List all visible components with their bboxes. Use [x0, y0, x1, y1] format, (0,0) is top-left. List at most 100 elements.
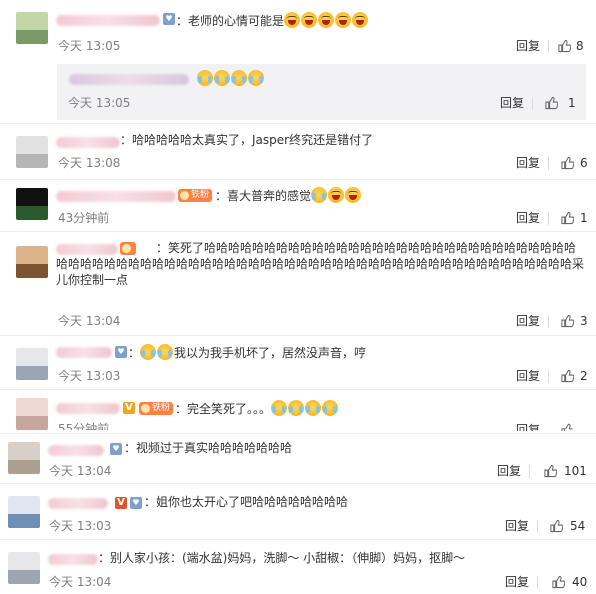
comment-item: V 铁粉 ：完全笑死了。。。 55分钟前 回复 [0, 390, 596, 434]
emoji-icon [140, 344, 157, 360]
emoji-icon [288, 400, 305, 416]
emoji-icon [214, 70, 230, 86]
emoji-icon [345, 187, 362, 203]
divider [548, 40, 549, 53]
comment-time: 今天 13:05 [68, 96, 131, 110]
emoji-icon [231, 70, 247, 86]
comment-item: ：哈哈哈哈哈太真实了，Jasper终究还是错付了 今天 13:08 回复 6 [0, 124, 596, 180]
divider [532, 97, 533, 110]
reply-button[interactable]: 回复 [516, 211, 540, 225]
reply-button[interactable]: 回复 [516, 314, 540, 328]
username[interactable] [56, 191, 176, 202]
thumbs-up-icon[interactable] [561, 369, 574, 383]
divider [537, 576, 538, 589]
thumbs-up-icon[interactable] [561, 211, 574, 225]
reply-button[interactable]: 回复 [497, 464, 521, 478]
reply-button[interactable]: 回复 [516, 369, 540, 383]
like-count[interactable]: 101 [564, 464, 587, 478]
avatar[interactable] [16, 188, 48, 220]
thumbs-up-icon[interactable] [550, 519, 563, 533]
username[interactable] [56, 137, 120, 148]
comment-time: 今天 13:03 [49, 519, 112, 533]
reply-button[interactable]: 回复 [505, 519, 529, 533]
comment-item: V ♥ ：姐你也太开心了吧哈哈哈哈哈哈哈哈 今天 13:03 回复 54 [0, 484, 596, 540]
thumbs-up-icon[interactable] [552, 575, 565, 589]
divider [548, 157, 549, 170]
thumbs-up-icon[interactable] [561, 156, 574, 170]
comment-text: ：笑死了哈哈哈哈哈哈哈哈哈哈哈哈哈哈哈哈哈哈哈哈哈哈哈哈哈哈哈哈哈哈哈哈哈哈哈哈… [56, 241, 585, 287]
avatar[interactable] [16, 246, 48, 278]
comment-item: ♥ ：老师的心情可能是 今天 13:05 回复 8 [0, 0, 596, 64]
emoji-icon [248, 70, 264, 86]
reply-button[interactable]: 回复 [500, 96, 524, 110]
emoji-icon [301, 12, 318, 28]
nested-reply: 今天 13:05 回复 1 [57, 64, 586, 120]
emoji-icon [271, 400, 288, 416]
avatar[interactable] [16, 12, 48, 44]
divider [548, 370, 549, 383]
username[interactable] [69, 74, 189, 85]
thumbs-up-icon[interactable] [558, 39, 571, 53]
emoji-icon [157, 344, 174, 360]
username[interactable] [56, 347, 112, 358]
divider [548, 212, 549, 225]
thumbs-up-icon[interactable] [561, 423, 574, 431]
member-icon: ♥ [163, 13, 175, 25]
comment-text: ：别人家小孩：(端水盆)妈妈，洗脚～ 小甜椒：（伸脚）妈妈，抠脚～ [98, 551, 466, 565]
avatar[interactable] [16, 348, 48, 380]
comment-time: 今天 13:08 [58, 156, 121, 170]
comment-time: 今天 13:04 [49, 575, 112, 589]
comment-item: ：笑死了哈哈哈哈哈哈哈哈哈哈哈哈哈哈哈哈哈哈哈哈哈哈哈哈哈哈哈哈哈哈哈哈哈哈哈哈… [0, 232, 596, 336]
like-count[interactable]: 3 [580, 314, 588, 328]
reply-button[interactable]: 回复 [516, 423, 540, 431]
comment-time: 43分钟前 [58, 211, 110, 225]
comment-time: 今天 13:05 [58, 39, 121, 53]
emoji-icon [328, 187, 345, 203]
avatar[interactable] [16, 398, 48, 430]
like-count[interactable]: 8 [576, 39, 584, 53]
like-count[interactable]: 1 [580, 211, 588, 225]
comment-text: ：喜大普奔的感觉 [215, 187, 362, 204]
comment-text: ：视频过于真实哈哈哈哈哈哈哈 [124, 441, 293, 455]
comment-time: 今天 13:04 [58, 314, 121, 328]
like-count[interactable]: 1 [568, 96, 576, 110]
comment-item: ♥ ：我以为我手机坏了，居然没声音，哼 今天 13:03 回复 2 [0, 336, 596, 390]
comment-item: 铁粉 ：喜大普奔的感觉 43分钟前 回复 1 [0, 180, 596, 232]
emoji-icon [284, 12, 301, 28]
fan-badge: 铁粉 [139, 402, 174, 415]
username[interactable] [48, 554, 98, 565]
username[interactable] [56, 403, 120, 414]
reply-button[interactable]: 回复 [516, 156, 540, 170]
fan-badge: 铁粉 [178, 189, 213, 202]
avatar[interactable] [8, 442, 40, 474]
like-count[interactable]: 6 [580, 156, 588, 170]
thumbs-up-icon[interactable] [561, 314, 574, 328]
thumbs-up-icon[interactable] [545, 96, 558, 110]
username[interactable] [48, 498, 108, 509]
member-icon: ♥ [110, 443, 122, 455]
comment-time: 今天 13:04 [49, 464, 112, 478]
username[interactable] [56, 15, 160, 26]
avatar[interactable] [8, 496, 40, 528]
comment-text: ：姐你也太开心了吧哈哈哈哈哈哈哈哈 [144, 495, 349, 509]
like-count[interactable]: 54 [570, 519, 585, 533]
comment-item: ：别人家小孩：(端水盆)妈妈，洗脚～ 小甜椒：（伸脚）妈妈，抠脚～ 今天 13:… [0, 540, 596, 594]
comment-item: ♥ ：视频过于真实哈哈哈哈哈哈哈 今天 13:04 回复 101 [0, 434, 596, 484]
emoji-icon [335, 12, 352, 28]
avatar[interactable] [16, 136, 48, 168]
avatar[interactable] [8, 552, 40, 584]
thumbs-up-icon[interactable] [544, 464, 557, 478]
divider [529, 465, 530, 478]
reply-button[interactable]: 回复 [516, 39, 540, 53]
like-count[interactable]: 2 [580, 369, 588, 383]
like-count[interactable]: 40 [572, 575, 587, 589]
comment-text: ：我以为我手机坏了，居然没声音，哼 [128, 344, 367, 360]
divider [548, 315, 549, 328]
emoji-icon [322, 400, 339, 416]
username[interactable] [48, 445, 104, 456]
comment-text: ：哈哈哈哈哈太真实了，Jasper终究还是错付了 [120, 133, 374, 147]
comment-text [197, 70, 265, 87]
comment-text: ：完全笑死了。。。 [175, 400, 339, 417]
comment-text: ：老师的心情可能是 [176, 12, 369, 29]
reply-button[interactable]: 回复 [505, 575, 529, 589]
